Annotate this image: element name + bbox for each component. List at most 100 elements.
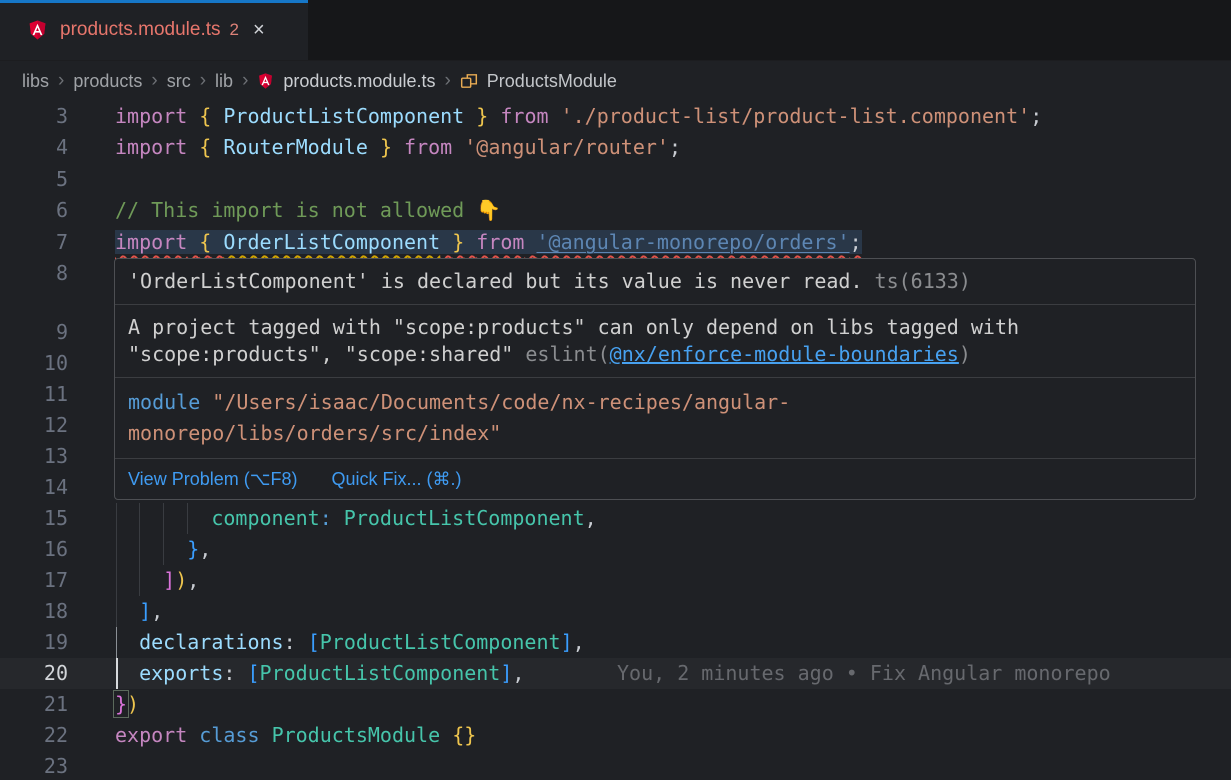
quick-fix-button[interactable]: Quick Fix... (⌘.) xyxy=(331,469,461,490)
line-number-6[interactable]: 6 xyxy=(0,195,68,226)
code-token: } xyxy=(476,104,488,128)
code-token: : xyxy=(223,661,247,685)
breadcrumb-item-file[interactable]: products.module.ts xyxy=(283,71,435,92)
code-line-17[interactable]: ]), xyxy=(115,565,199,596)
line-number-20[interactable]: 20 xyxy=(0,658,68,689)
code-line-20[interactable]: exports: [ProductListComponent], xyxy=(115,658,524,689)
code-line-21[interactable]: }) xyxy=(115,689,139,720)
code-line-16[interactable]: }, xyxy=(115,534,211,565)
line-number-9[interactable]: 9 xyxy=(0,317,68,348)
hover-text: eslint( xyxy=(525,342,609,366)
git-blame-annotation[interactable]: You, 2 minutes ago • Fix Angular monorep… xyxy=(617,658,1111,689)
code-line-19[interactable]: declarations: [ProductListComponent], xyxy=(115,627,585,658)
code-token: } xyxy=(187,537,199,561)
close-icon[interactable]: × xyxy=(253,19,265,42)
code-token: component xyxy=(211,506,319,530)
code-line-18[interactable]: ], xyxy=(115,596,163,627)
code-line-6[interactable]: // This import is not allowed 👇 xyxy=(115,195,501,226)
code-token xyxy=(115,568,163,592)
hover-section-1: 'OrderListComponent' is declared but its… xyxy=(115,259,1195,305)
chevron-right-icon: › xyxy=(200,70,206,92)
tab-bar: products.module.ts 2 × xyxy=(0,0,1231,61)
code-token xyxy=(115,599,139,623)
code-token: class xyxy=(199,723,259,747)
hover-section-2: A project tagged with "scope:products" c… xyxy=(115,305,1195,378)
line-number-22[interactable]: 22 xyxy=(0,720,68,751)
code-token: , xyxy=(151,599,163,623)
code-token xyxy=(440,230,452,254)
code-token: // This import is not allowed xyxy=(115,198,476,222)
code-token: } xyxy=(115,692,127,716)
code-token xyxy=(549,104,561,128)
code-token xyxy=(392,135,404,159)
line-number-4[interactable]: 4 xyxy=(0,132,68,163)
angular-icon xyxy=(27,19,48,41)
line-number-7[interactable]: 7 xyxy=(0,227,68,258)
breadcrumb-item-lib[interactable]: lib xyxy=(215,71,233,92)
angular-icon xyxy=(257,72,274,90)
code-token: ; xyxy=(669,135,681,159)
breadcrumb-item-libs[interactable]: libs xyxy=(22,71,49,92)
code-token xyxy=(115,630,139,654)
code-token: , xyxy=(512,661,524,685)
code-token xyxy=(187,230,199,254)
line-number-12[interactable]: 12 xyxy=(0,410,68,441)
breadcrumb-item-products[interactable]: products xyxy=(73,71,142,92)
line-number-11[interactable]: 11 xyxy=(0,379,68,410)
code-token xyxy=(187,723,199,747)
code-token xyxy=(260,723,272,747)
code-token: [ xyxy=(247,661,259,685)
code-token: ProductListComponent xyxy=(260,661,501,685)
line-number-18[interactable]: 18 xyxy=(0,596,68,627)
code-token: , xyxy=(187,568,199,592)
code-line-7[interactable]: import { OrderListComponent } from '@ang… xyxy=(115,227,862,258)
line-number-8[interactable]: 8 xyxy=(0,258,68,289)
line-number-5[interactable]: 5 xyxy=(0,164,68,195)
hover-row: 'OrderListComponent' is declared but its… xyxy=(128,268,1182,295)
hover-row: module "/Users/isaac/Documents/code/nx-r… xyxy=(128,387,1182,418)
code-token xyxy=(115,537,187,561)
code-token: : xyxy=(320,506,332,530)
code-line-3[interactable]: import { ProductListComponent } from './… xyxy=(115,101,1042,132)
vscode-editor-window: products.module.ts 2 × libs › products ›… xyxy=(0,0,1231,780)
chevron-right-icon: › xyxy=(58,70,64,92)
code-token: '@angular/router' xyxy=(464,135,669,159)
code-token: '@angular-monorepo/orders' xyxy=(537,230,850,254)
line-number-13[interactable]: 13 xyxy=(0,441,68,472)
line-number-10[interactable]: 10 xyxy=(0,348,68,379)
line-number-23[interactable]: 23 xyxy=(0,751,68,780)
tab-products-module[interactable]: products.module.ts 2 × xyxy=(0,0,308,60)
code-token xyxy=(464,230,476,254)
line-number-3[interactable]: 3 xyxy=(0,101,68,132)
line-number-14[interactable]: 14 xyxy=(0,472,68,503)
hover-section-3: module "/Users/isaac/Documents/code/nx-r… xyxy=(115,378,1195,459)
code-token xyxy=(211,230,223,254)
code-line-22[interactable]: export class ProductsModule {} xyxy=(115,720,476,751)
code-token: import xyxy=(115,135,187,159)
breadcrumb-item-src[interactable]: src xyxy=(167,71,191,92)
code-line-15[interactable]: component: ProductListComponent, xyxy=(115,503,597,534)
code-token: ProductListComponent xyxy=(344,506,585,530)
code-token: export xyxy=(115,723,187,747)
code-token: , xyxy=(585,506,597,530)
line-number-19[interactable]: 19 xyxy=(0,627,68,658)
code-token: declarations xyxy=(139,630,284,654)
chevron-right-icon: › xyxy=(242,70,248,92)
code-token: ) xyxy=(127,692,139,716)
hover-text: "/Users/isaac/Documents/code/nx-recipes/… xyxy=(212,390,790,414)
line-number-21[interactable]: 21 xyxy=(0,689,68,720)
breadcrumb-item-symbol[interactable]: ProductsModule xyxy=(487,71,617,92)
code-token: } xyxy=(380,135,392,159)
code-token xyxy=(368,135,380,159)
line-number-15[interactable]: 15 xyxy=(0,503,68,534)
problem-hover: 'OrderListComponent' is declared but its… xyxy=(114,258,1196,500)
line-number-16[interactable]: 16 xyxy=(0,534,68,565)
code-token xyxy=(187,104,199,128)
hover-text: module xyxy=(128,390,212,414)
eslint-rule-link[interactable]: @nx/enforce-module-boundaries xyxy=(610,342,959,366)
line-number-17[interactable]: 17 xyxy=(0,565,68,596)
code-token: ] xyxy=(500,661,512,685)
active-tab-indicator xyxy=(0,0,308,3)
code-line-4[interactable]: import { RouterModule } from '@angular/r… xyxy=(115,132,681,163)
view-problem-button[interactable]: View Problem (⌥F8) xyxy=(128,469,297,490)
